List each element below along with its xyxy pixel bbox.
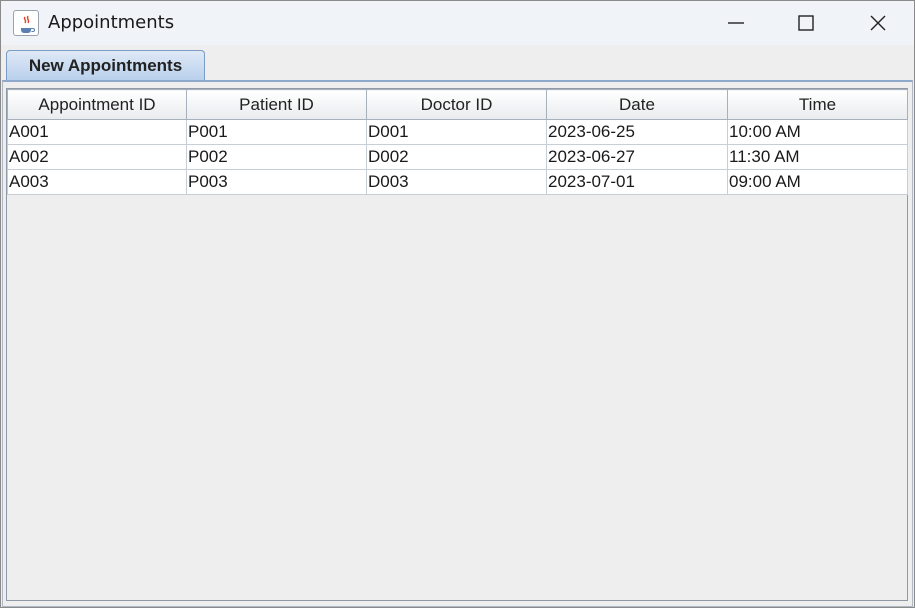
close-icon <box>870 15 886 31</box>
column-header-time[interactable]: Time <box>727 89 908 120</box>
table-cell[interactable]: A003 <box>7 169 187 195</box>
maximize-button[interactable] <box>771 1 841 45</box>
table-cell[interactable]: 2023-06-27 <box>546 144 728 170</box>
column-header-appointment-id[interactable]: Appointment ID <box>7 89 187 120</box>
appointments-table[interactable]: Appointment ID Patient ID Doctor ID Date… <box>7 89 908 195</box>
java-coffee-icon[interactable] <box>13 10 39 36</box>
table-cell[interactable]: 2023-07-01 <box>546 169 728 195</box>
table-cell[interactable]: 11:30 AM <box>727 144 908 170</box>
table-cell[interactable]: P003 <box>186 169 367 195</box>
table-row[interactable]: A002 P002 D002 2023-06-27 11:30 AM <box>7 144 908 170</box>
maximize-icon <box>798 15 814 31</box>
table-cell[interactable]: D003 <box>366 169 547 195</box>
table-cell[interactable]: 09:00 AM <box>727 169 908 195</box>
table-scroll-pane[interactable]: Appointment ID Patient ID Doctor ID Date… <box>6 88 908 601</box>
table-cell[interactable]: D001 <box>366 119 547 145</box>
app-window: Appointments New Appointments Appointmen… <box>0 0 915 608</box>
table-cell[interactable]: P001 <box>186 119 367 145</box>
table-cell[interactable]: 10:00 AM <box>727 119 908 145</box>
title-bar[interactable]: Appointments <box>1 1 914 45</box>
table-row[interactable]: A001 P001 D001 2023-06-25 10:00 AM <box>7 119 908 145</box>
table-row[interactable]: A003 P003 D003 2023-07-01 09:00 AM <box>7 169 908 195</box>
minimize-button[interactable] <box>701 1 771 45</box>
column-header-doctor-id[interactable]: Doctor ID <box>366 89 547 120</box>
column-header-patient-id[interactable]: Patient ID <box>186 89 367 120</box>
table-cell[interactable]: P002 <box>186 144 367 170</box>
content-area: New Appointments Appointment ID Patient … <box>1 45 914 607</box>
close-button[interactable] <box>843 1 913 45</box>
column-header-date[interactable]: Date <box>546 89 728 120</box>
window-title: Appointments <box>48 12 175 33</box>
tab-panel: Appointment ID Patient ID Doctor ID Date… <box>2 80 913 607</box>
tab-new-appointments[interactable]: New Appointments <box>6 50 205 81</box>
table-cell[interactable]: 2023-06-25 <box>546 119 728 145</box>
table-cell[interactable]: A002 <box>7 144 187 170</box>
table-header: Appointment ID Patient ID Doctor ID Date… <box>7 89 908 120</box>
minimize-icon <box>728 22 744 24</box>
table-cell[interactable]: A001 <box>7 119 187 145</box>
table-cell[interactable]: D002 <box>366 144 547 170</box>
